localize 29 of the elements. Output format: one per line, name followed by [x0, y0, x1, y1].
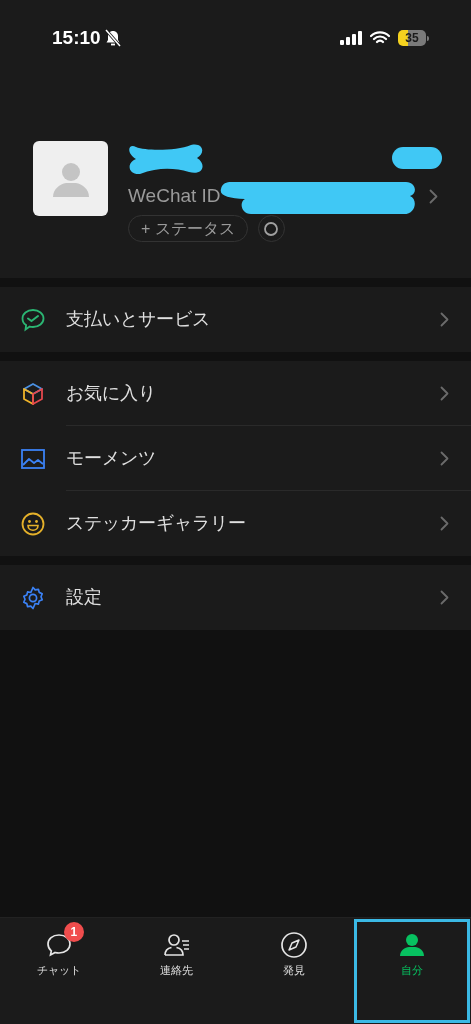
chevron-icon: [440, 590, 449, 605]
chevron-icon: [440, 451, 449, 466]
chevron-icon: [429, 188, 438, 204]
check-bubble-icon: [20, 306, 46, 333]
signal-icon: [340, 31, 362, 45]
compass-icon: [279, 930, 310, 960]
tab[interactable]: 1 チャット: [0, 918, 118, 1024]
redaction-mark: [392, 147, 442, 171]
chevron-icon: [440, 386, 449, 401]
circle-icon: [263, 220, 280, 237]
tab[interactable]: 自分: [353, 918, 471, 1024]
menu-item[interactable]: 設定: [0, 565, 471, 630]
unread-badge: 1: [63, 922, 84, 942]
tab[interactable]: 発見: [235, 918, 354, 1024]
menu-item[interactable]: お気に入り: [0, 361, 471, 426]
muted-bell-icon: [104, 29, 121, 47]
chevron-icon: [440, 516, 449, 531]
menu-item[interactable]: ステッカーギャラリー: [0, 491, 471, 556]
wifi-icon: [370, 31, 390, 45]
tab[interactable]: 連絡先: [117, 918, 236, 1024]
person-icon: [50, 160, 91, 197]
chevron-icon: [440, 312, 449, 327]
smiley-icon: [20, 510, 46, 537]
cube-icon: [20, 380, 46, 407]
settings-icon: [20, 584, 46, 611]
wechat-id-label: WeChat ID: [128, 183, 221, 208]
menu-item[interactable]: 支払いとサービス: [0, 287, 471, 352]
status-time: 15:10: [52, 25, 101, 50]
menu-item[interactable]: モーメンツ: [0, 426, 471, 491]
